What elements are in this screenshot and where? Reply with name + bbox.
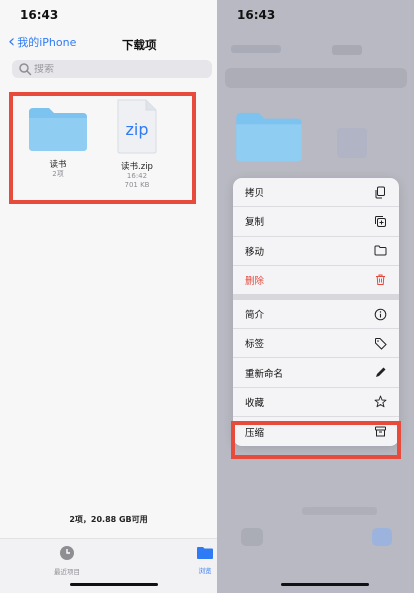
tab-label: 最近项目 [54,568,80,576]
duplicate-icon [375,215,386,227]
search-icon [19,63,32,76]
menu-label: 拷贝 [245,188,265,200]
highlight-box-files [9,92,196,204]
menu-label: 收藏 [245,397,265,409]
menu-item-move[interactable]: 移动 [233,237,399,266]
menu-item-delete[interactable]: 删除 [233,266,399,300]
files-browser-panel: 16:43 ‹ 我的iPhone 下载项 读书 2项 zip 读书.zip [0,0,217,593]
back-label: 我的iPhone [17,36,77,49]
blurred-tab-browse [372,528,392,546]
search-input[interactable] [32,63,184,75]
menu-item-rename[interactable]: 重新命名 [233,358,399,388]
menu-item-copy[interactable]: 拷贝 [233,178,399,208]
context-menu-panel: 16:43 拷贝 复制 移动 删除 简介 标签 重新命名 收藏 压缩 [217,0,414,593]
menu-label: 简介 [245,310,265,322]
page-title: 下载项 [122,38,157,52]
star-icon [374,395,387,408]
menu-label: 重新命名 [245,368,284,380]
chevron-left-icon: ‹ [8,31,16,52]
clock-icon [60,546,74,560]
blurred-storage-info [302,507,377,515]
folder-icon [236,112,302,162]
trash-icon [376,274,385,286]
home-indicator [70,583,158,586]
search-bar[interactable] [12,60,212,78]
back-button[interactable]: ‹ 我的iPhone [8,31,77,52]
status-time: 16:43 [237,8,276,22]
storage-info: 2项，20.88 GB可用 [69,515,148,524]
tag-icon [375,337,387,350]
tab-label: 浏览 [198,567,212,575]
blurred-tab-recent [241,528,263,546]
menu-item-info[interactable]: 简介 [233,300,399,330]
menu-label: 移动 [245,246,265,258]
folder-icon [374,245,387,256]
info-icon [374,308,387,320]
menu-item-duplicate[interactable]: 复制 [233,207,399,237]
blurred-zip-file [337,128,367,158]
context-menu: 拷贝 复制 移动 删除 简介 标签 重新命名 收藏 压缩 [233,178,399,447]
status-time: 16:43 [20,8,59,22]
highlight-box-compress [231,421,401,459]
blurred-title [332,45,362,55]
menu-item-favorite[interactable]: 收藏 [233,388,399,418]
blurred-search-bar [225,68,407,88]
tab-recent[interactable]: 最近项目 [50,545,84,576]
menu-label: 复制 [245,217,265,229]
menu-label: 删除 [245,275,265,287]
folder-icon [197,547,213,559]
menu-label: 标签 [245,339,265,351]
copy-icon [375,186,385,199]
blurred-back-button [231,45,281,53]
tab-browse[interactable]: 浏览 [190,545,217,575]
home-indicator [281,583,369,586]
pencil-icon [376,367,386,378]
menu-item-tag[interactable]: 标签 [233,329,399,359]
